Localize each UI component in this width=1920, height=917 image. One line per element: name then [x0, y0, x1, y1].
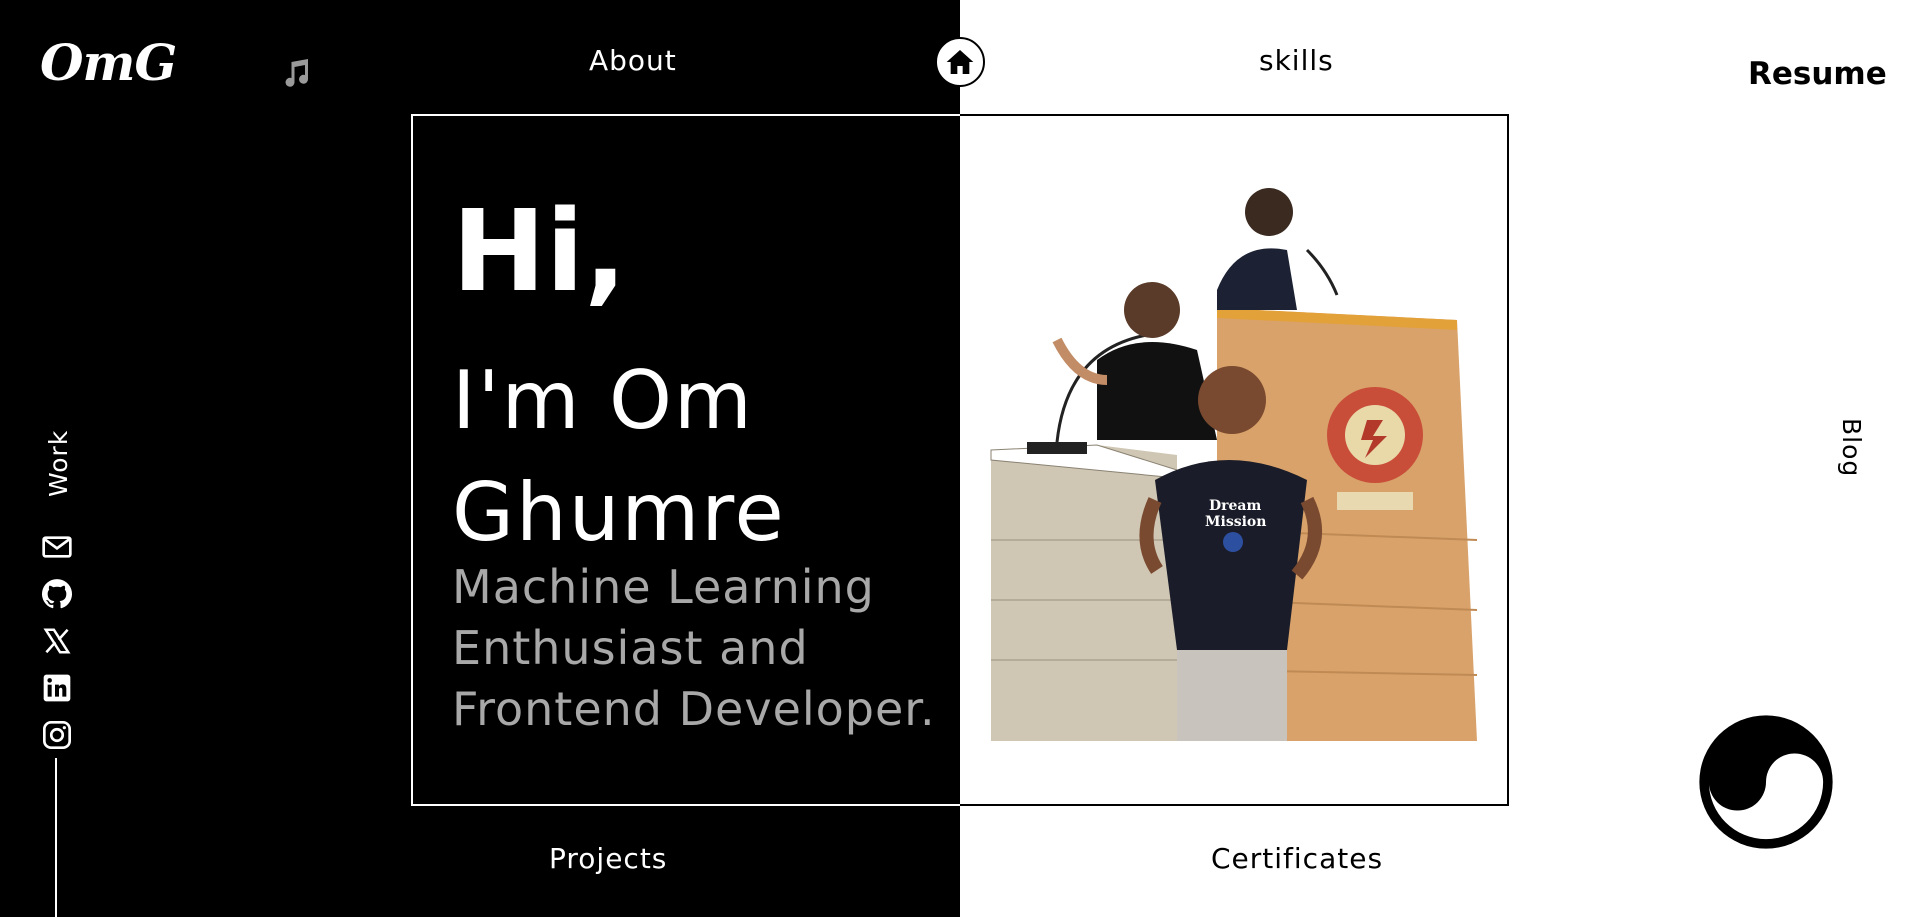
hero-name-line1: I'm Om: [452, 354, 754, 447]
instagram-icon[interactable]: [40, 718, 74, 752]
hero-photo: Dream Mission: [987, 180, 1481, 741]
portfolio-page: OmG About skills Resume Hi, I'm Om Ghumr…: [0, 0, 1920, 917]
hero-tagline-line2: Enthusiast and: [452, 621, 809, 675]
site-logo[interactable]: OmG: [40, 38, 177, 88]
music-icon[interactable]: [278, 56, 314, 92]
mail-icon[interactable]: [40, 530, 74, 564]
hero-name: I'm Om Ghumre: [452, 345, 932, 569]
hero-tagline-line3: Frontend Developer.: [452, 682, 936, 736]
hero-tagline: Machine Learning Enthusiast and Frontend…: [452, 557, 952, 740]
yin-yang-icon[interactable]: [1698, 714, 1834, 850]
nav-blog-link[interactable]: Blog: [1836, 418, 1866, 488]
home-icon: [946, 50, 974, 74]
shirt-print: Dream: [1209, 498, 1261, 514]
nav-certificates-link[interactable]: Certificates: [1211, 842, 1383, 875]
hero-greeting: Hi,: [452, 187, 627, 317]
social-divider-line: [55, 758, 57, 917]
nav-resume-link[interactable]: Resume: [1748, 56, 1887, 92]
hero-name-line2: Ghumre: [452, 466, 786, 559]
github-icon[interactable]: [40, 577, 74, 611]
nav-work-link[interactable]: Work: [44, 427, 74, 497]
linkedin-icon[interactable]: [40, 671, 74, 705]
x-twitter-icon[interactable]: [40, 624, 74, 658]
home-button[interactable]: [935, 37, 985, 87]
hero-tagline-line1: Machine Learning: [452, 560, 875, 614]
svg-text:Mission: Mission: [1205, 514, 1266, 530]
nav-about-link[interactable]: About: [589, 44, 677, 77]
nav-skills-link[interactable]: skills: [1259, 44, 1334, 77]
nav-projects-link[interactable]: Projects: [549, 842, 667, 875]
